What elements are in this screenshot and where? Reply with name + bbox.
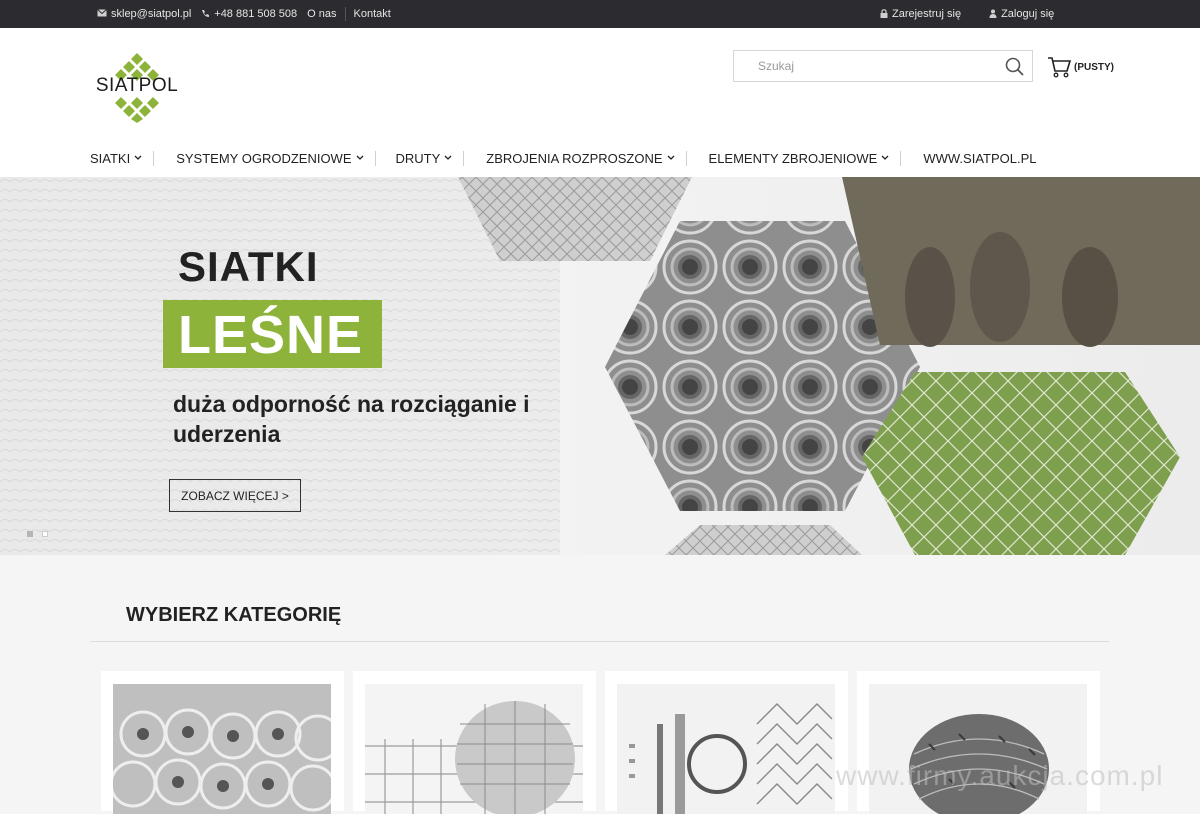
chevron-down-icon — [667, 155, 674, 160]
hero-title: SIATKI — [178, 243, 319, 290]
logo-text: SIATPOL — [95, 75, 179, 96]
envelope-icon — [97, 9, 107, 19]
nav-item-label: WWW.SIATPOL.PL — [923, 150, 1037, 166]
nav-item-zbrojenia-rozproszone[interactable]: ZBROJENIA ROZPROSZONE — [486, 151, 674, 166]
nav-item-label: SIATKI — [90, 150, 131, 166]
main-nav: SIATKI SYSTEMY OGRODZENIOWE DRUTY ZBROJE… — [90, 148, 1037, 168]
chevron-down-icon — [444, 155, 452, 160]
phone-icon — [201, 9, 210, 20]
chevron-down-icon — [134, 155, 142, 160]
search-icon — [1005, 57, 1024, 76]
slider-pagination — [27, 531, 57, 537]
slider-dot-1[interactable] — [27, 531, 33, 537]
nav-item-druty[interactable]: DRUTY — [396, 151, 453, 166]
nav-item-label: ZBROJENIA ROZPROSZONE — [486, 150, 663, 166]
category-image — [113, 684, 331, 814]
top-bar-contact: sklep@siatpol.pl +48 881 508 508 O nas K… — [97, 0, 391, 28]
user-icon — [989, 9, 997, 20]
see-more-button[interactable]: ZOBACZ WIĘCEJ > — [169, 479, 301, 512]
logo[interactable]: SIATPOL — [93, 53, 181, 123]
divider — [90, 641, 1109, 642]
watermark: www.firmy.aukcja.com.pl — [836, 760, 1164, 791]
login-link[interactable]: Zaloguj się — [989, 8, 1054, 20]
cart-icon — [1048, 57, 1071, 78]
cart-button[interactable]: (PUSTY) — [1047, 56, 1114, 78]
nav-divider — [685, 150, 687, 166]
nav-divider — [900, 150, 902, 166]
nav-item-siatki[interactable]: SIATKI — [90, 151, 142, 166]
nav-item-systemy-ogrodzeniowe[interactable]: SYSTEMY OGRODZENIOWE — [176, 151, 363, 166]
nav-divider — [374, 150, 376, 166]
nav-item-website[interactable]: WWW.SIATPOL.PL — [923, 151, 1036, 166]
nav-divider — [463, 150, 465, 166]
email-text: sklep@siatpol.pl — [111, 8, 192, 20]
hero-slider: SIATKI LEŚNE duża odporność na rozciągan… — [0, 177, 1200, 555]
chevron-down-icon — [356, 155, 363, 160]
nav-item-label: DRUTY — [395, 150, 441, 166]
nav-item-elementy-zbrojeniowe[interactable]: ELEMENTY ZBROJENIOWE — [709, 151, 890, 166]
nav-divider — [153, 150, 155, 166]
top-bar: sklep@siatpol.pl +48 881 508 508 O nas K… — [0, 0, 1200, 28]
cart-status: (PUSTY) — [1074, 61, 1114, 73]
category-card[interactable] — [353, 671, 596, 814]
categories-title: WYBIERZ KATEGORIĘ — [126, 604, 342, 626]
phone-text: +48 881 508 508 — [214, 8, 298, 20]
category-card[interactable] — [101, 671, 344, 814]
category-image — [617, 684, 835, 814]
register-link[interactable]: Zarejestruj się — [880, 8, 961, 20]
divider — [344, 7, 346, 21]
chevron-down-icon — [881, 155, 889, 160]
search-button[interactable] — [1004, 56, 1026, 78]
email-link[interactable]: sklep@siatpol.pl — [97, 8, 191, 20]
about-link[interactable]: O nas — [307, 8, 336, 20]
lock-icon — [880, 8, 888, 20]
slider-dot-2[interactable] — [42, 531, 48, 537]
login-text: Zaloguj się — [1001, 8, 1055, 20]
category-image — [869, 684, 1087, 814]
contact-link[interactable]: Kontakt — [354, 8, 391, 20]
nav-item-label: SYSTEMY OGRODZENIOWE — [176, 150, 352, 166]
hero-badge: LEŚNE — [163, 300, 382, 368]
hero-subtitle: duża odporność na rozciąganie i uderzeni… — [173, 391, 530, 447]
hero-badge-text: LEŚNE — [178, 305, 364, 365]
site-header: SIATPOL (PUSTY) SIATKI SYSTEMY OGRODZENI… — [0, 28, 1200, 177]
category-card[interactable] — [605, 671, 848, 814]
phone-link[interactable]: +48 881 508 508 — [201, 8, 297, 20]
top-bar-account: Zarejestruj się Zaloguj się — [880, 0, 1054, 28]
nav-item-label: ELEMENTY ZBROJENIOWE — [708, 150, 878, 166]
search-input[interactable] — [734, 51, 1004, 81]
category-image — [365, 684, 583, 814]
register-text: Zarejestruj się — [892, 8, 962, 20]
search-box — [733, 50, 1033, 82]
